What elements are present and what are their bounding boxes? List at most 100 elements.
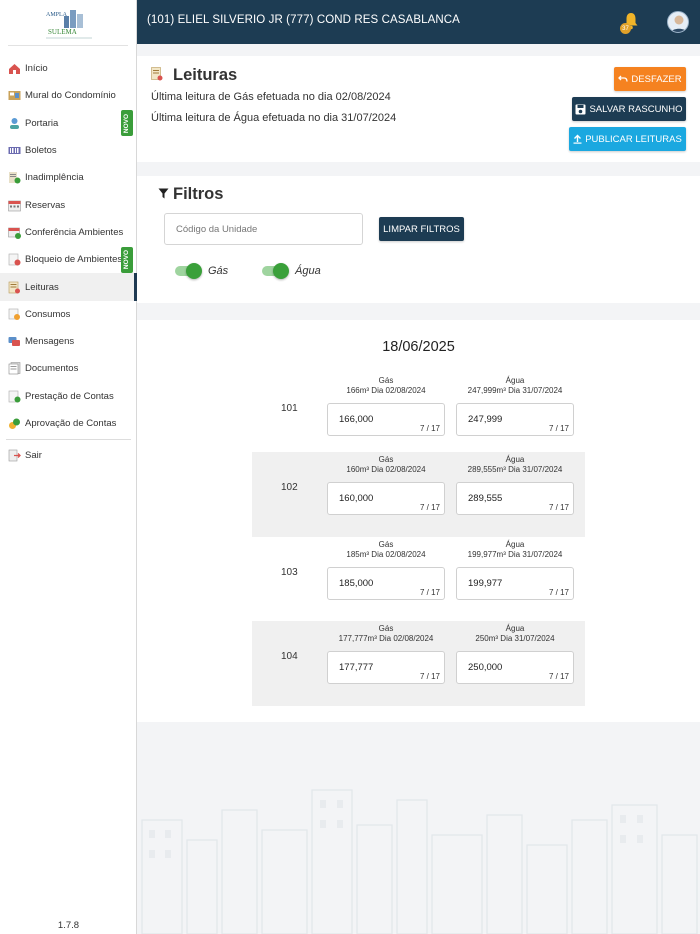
new-badge: NOVO bbox=[121, 246, 133, 273]
gas-last-reading: 166m³ Dia 02/08/2024 bbox=[346, 386, 426, 395]
sidebar-item-mensagens[interactable]: Mensagens bbox=[0, 328, 137, 355]
meter-icon bbox=[151, 67, 163, 81]
sidebar-item-aprovacao[interactable]: Aprovação de Contas bbox=[0, 410, 137, 437]
sidebar-item-portaria[interactable]: Portaria NOVO bbox=[0, 110, 137, 137]
notification-count-badge: 37 bbox=[620, 23, 631, 34]
unit-row: 101 Gás 166m³ Dia 02/08/2024 166,000 7 /… bbox=[252, 373, 585, 458]
unit-number: 101 bbox=[281, 403, 298, 414]
sidebar-item-label: Mensagens bbox=[25, 336, 75, 348]
sidebar-item-leituras[interactable]: Leituras bbox=[0, 273, 137, 301]
undo-button[interactable]: DESFAZER bbox=[614, 67, 686, 91]
svg-text:AMPLA: AMPLA bbox=[46, 12, 68, 18]
sidebar-item-mural[interactable]: Mural do Condomínio bbox=[0, 82, 137, 109]
unit-row: 103 Gás 185m³ Dia 02/08/2024 185,000 7 /… bbox=[252, 537, 585, 622]
sidebar: AMPLA SULEMA Início Mural do Condomínio … bbox=[0, 0, 137, 934]
calendar-icon bbox=[8, 199, 21, 212]
water-reading-input[interactable]: 247,999 7 / 17 bbox=[456, 403, 574, 436]
water-label: Água bbox=[505, 455, 525, 464]
logout-icon bbox=[8, 449, 21, 462]
user-avatar-icon bbox=[670, 15, 688, 32]
gas-reading-input[interactable]: 160,000 7 / 17 bbox=[327, 482, 445, 515]
sidebar-item-consumos[interactable]: Consumos bbox=[0, 301, 137, 328]
gas-reading: Gás 166m³ Dia 02/08/2024 166,000 7 / 17 bbox=[327, 373, 445, 436]
clear-filters-button[interactable]: LIMPAR FILTROS bbox=[379, 217, 464, 241]
publish-readings-button[interactable]: PUBLICAR LEITURAS bbox=[569, 127, 686, 151]
reading-progress: 7 / 17 bbox=[548, 672, 569, 681]
approval-icon bbox=[8, 417, 21, 430]
sidebar-item-inicio[interactable]: Início bbox=[0, 55, 137, 82]
sidebar-item-label: Documentos bbox=[25, 363, 79, 375]
water-reading: Água 250m³ Dia 31/07/2024 250,000 7 / 17 bbox=[456, 621, 574, 684]
water-reading-input[interactable]: 199,977 7 / 17 bbox=[456, 567, 574, 600]
gas-last-reading: 177,777m³ Dia 02/08/2024 bbox=[338, 634, 434, 643]
gas-toggle-switch[interactable] bbox=[175, 263, 202, 279]
water-reading: Água 289,555m³ Dia 31/07/2024 289,555 7 … bbox=[456, 452, 574, 515]
reading-progress: 7 / 17 bbox=[419, 588, 440, 597]
sidebar-item-conferencia[interactable]: Conferência Ambientes bbox=[0, 219, 137, 246]
unit-number: 104 bbox=[281, 651, 298, 662]
upload-icon bbox=[573, 134, 582, 144]
documents-icon bbox=[8, 362, 21, 375]
top-bar: (101) ELIEL SILVERIO JR (777) COND RES C… bbox=[137, 0, 700, 44]
debt-icon bbox=[8, 171, 21, 184]
unit-number: 103 bbox=[281, 567, 298, 578]
sidebar-nav: Início Mural do Condomínio Portaria NOVO… bbox=[0, 55, 137, 469]
reading-progress: 7 / 17 bbox=[419, 424, 440, 433]
filters-card: Filtros LIMPAR FILTROS Gás Água bbox=[137, 176, 700, 303]
unit-code-input[interactable] bbox=[164, 213, 363, 245]
barcode-icon bbox=[8, 144, 21, 157]
calendar-check-icon bbox=[8, 226, 21, 239]
sidebar-item-label: Boletos bbox=[25, 145, 57, 157]
sidebar-item-boletos[interactable]: Boletos bbox=[0, 137, 137, 164]
sidebar-item-reservas[interactable]: Reservas bbox=[0, 191, 137, 218]
gas-reading-input[interactable]: 166,000 7 / 17 bbox=[327, 403, 445, 436]
reading-progress: 7 / 17 bbox=[548, 424, 569, 433]
gas-reading-input[interactable]: 185,000 7 / 17 bbox=[327, 567, 445, 600]
gas-reading: Gás 185m³ Dia 02/08/2024 185,000 7 / 17 bbox=[327, 537, 445, 600]
undo-icon bbox=[618, 75, 629, 82]
water-last-reading: 247,999m³ Dia 31/07/2024 bbox=[467, 386, 563, 395]
last-gas-reading-info: Última leitura de Gás efetuada no dia 02… bbox=[151, 91, 391, 103]
water-toggle[interactable]: Água bbox=[262, 263, 321, 279]
sidebar-item-label: Inadimplência bbox=[25, 172, 84, 184]
sidebar-item-prestacao[interactable]: Prestação de Contas bbox=[0, 383, 137, 410]
accounts-icon bbox=[8, 390, 21, 403]
sidebar-item-sair[interactable]: Sair bbox=[0, 442, 137, 469]
water-reading-input[interactable]: 289,555 7 / 17 bbox=[456, 482, 574, 515]
reading-progress: 7 / 17 bbox=[419, 672, 440, 681]
readings-date: 18/06/2025 bbox=[382, 339, 455, 355]
city-skyline-background bbox=[141, 789, 698, 934]
sidebar-item-label: Sair bbox=[25, 450, 42, 462]
avatar[interactable] bbox=[667, 11, 689, 33]
sidebar-item-label: Leituras bbox=[25, 281, 59, 293]
reading-progress: 7 / 17 bbox=[419, 503, 440, 512]
unit-row: 104 Gás 177,777m³ Dia 02/08/2024 177,777… bbox=[252, 621, 585, 706]
user-unit-title: (101) ELIEL SILVERIO JR (777) COND RES C… bbox=[147, 14, 460, 26]
gas-last-reading: 185m³ Dia 02/08/2024 bbox=[346, 550, 426, 559]
water-toggle-switch[interactable] bbox=[262, 263, 289, 279]
sidebar-item-label: Prestação de Contas bbox=[25, 390, 114, 402]
gas-reading: Gás 177,777m³ Dia 02/08/2024 177,777 7 /… bbox=[327, 621, 445, 684]
sidebar-item-inadimplencia[interactable]: Inadimplência bbox=[0, 164, 137, 191]
gas-label: Gás bbox=[378, 624, 394, 633]
concierge-icon bbox=[8, 117, 21, 130]
new-badge: NOVO bbox=[121, 110, 133, 137]
sidebar-item-documentos[interactable]: Documentos bbox=[0, 355, 137, 382]
leituras-card: Leituras Última leitura de Gás efetuada … bbox=[137, 56, 700, 162]
notifications-button[interactable]: 37 bbox=[620, 12, 639, 34]
consumption-icon bbox=[8, 308, 21, 321]
sidebar-item-label: Conferência Ambientes bbox=[25, 226, 124, 238]
meter-icon bbox=[8, 281, 21, 294]
sidebar-item-label: Início bbox=[25, 63, 48, 75]
gas-toggle[interactable]: Gás bbox=[175, 263, 228, 279]
water-reading: Água 247,999m³ Dia 31/07/2024 247,999 7 … bbox=[456, 373, 574, 436]
sidebar-item-label: Reservas bbox=[25, 199, 66, 211]
reading-progress: 7 / 17 bbox=[548, 588, 569, 597]
water-reading-input[interactable]: 250,000 7 / 17 bbox=[456, 651, 574, 684]
gas-reading-input[interactable]: 177,777 7 / 17 bbox=[327, 651, 445, 684]
sidebar-item-label: Consumos bbox=[25, 308, 71, 320]
save-draft-button[interactable]: SALVAR RASCUNHO bbox=[572, 97, 686, 121]
sidebar-item-bloqueio[interactable]: Bloqueio de Ambientes NOVO bbox=[0, 246, 137, 273]
page-title: Leituras bbox=[173, 66, 238, 84]
company-logo[interactable]: AMPLA SULEMA bbox=[44, 4, 94, 42]
